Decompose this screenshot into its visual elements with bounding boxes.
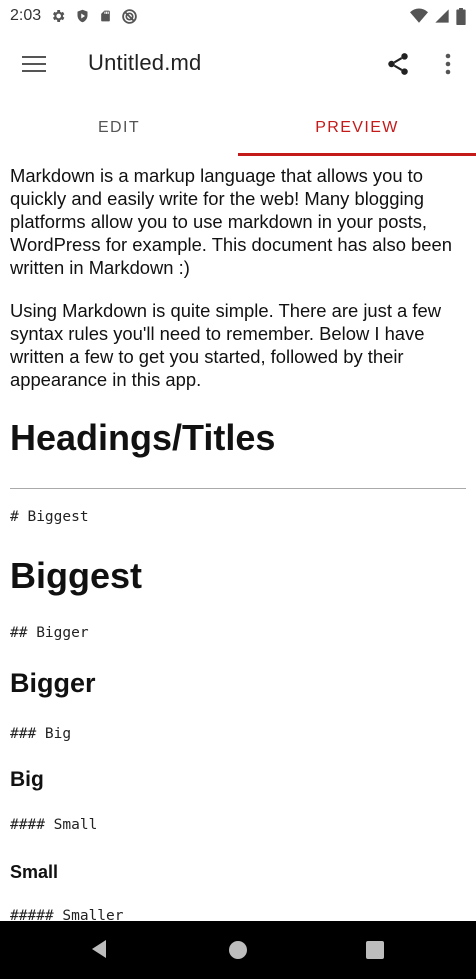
tab-preview[interactable]: PREVIEW: [238, 100, 476, 156]
recent-apps-icon[interactable]: [364, 939, 386, 961]
status-left: 2:03: [10, 7, 138, 25]
code-biggest: # Biggest: [10, 509, 89, 525]
app-bar: Untitled.md: [0, 32, 476, 96]
status-right: [410, 7, 466, 25]
status-time: 2:03: [10, 7, 42, 24]
sd-card-icon: [101, 10, 110, 22]
screen: 2:03 Untitled.md EDIT PREVIEW Markdown i…: [0, 0, 476, 979]
do-not-disturb-icon: [122, 8, 137, 24]
navigation-bar: [0, 921, 476, 979]
tab-bar: EDIT PREVIEW: [0, 100, 476, 156]
menu-button[interactable]: [14, 44, 54, 84]
heading-bigger: Bigger: [10, 668, 96, 698]
tab-selected-indicator: [238, 153, 476, 156]
share-button[interactable]: [378, 44, 418, 84]
tab-edit[interactable]: EDIT: [0, 100, 238, 156]
app-title: Untitled.md: [88, 50, 202, 75]
wifi-icon: [410, 8, 428, 23]
horizontal-rule: [10, 488, 466, 489]
code-smaller: ##### Smaller: [10, 908, 124, 921]
code-small: #### Small: [10, 817, 98, 833]
more-vertical-icon: [445, 53, 451, 75]
markdown-preview[interactable]: Markdown is a markup language that allow…: [10, 160, 466, 921]
tab-edit-label: EDIT: [97, 119, 141, 136]
paragraph-usage: Using Markdown is quite simple. There ar…: [10, 300, 442, 390]
heading-small: Small: [10, 862, 59, 882]
more-options-button[interactable]: [428, 44, 468, 84]
back-icon[interactable]: [88, 937, 112, 961]
heading-biggest: Biggest: [10, 555, 143, 596]
signal-icon: [435, 9, 449, 23]
code-big: ### Big: [10, 726, 72, 742]
settings-icon: [53, 10, 65, 22]
hamburger-menu-icon: [22, 56, 46, 72]
tab-preview-label: PREVIEW: [315, 119, 399, 136]
paragraph-intro: Markdown is a markup language that allow…: [10, 165, 452, 278]
heading-big: Big: [10, 768, 44, 791]
shield-icon: [77, 9, 88, 23]
home-icon[interactable]: [227, 939, 249, 961]
section-title: Headings/Titles: [10, 417, 276, 458]
code-bigger: ## Bigger: [10, 625, 89, 641]
battery-icon: [456, 7, 466, 25]
share-icon: [388, 53, 408, 75]
status-bar: 2:03: [0, 0, 476, 32]
